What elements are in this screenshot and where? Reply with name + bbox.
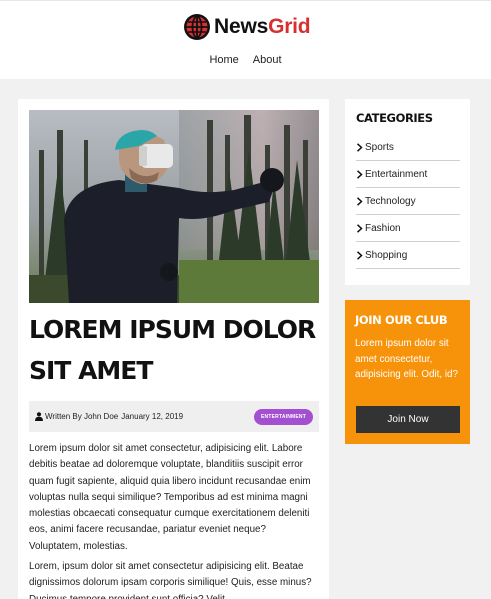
categories-widget: Categories Sports Entertainment Technolo… xyxy=(345,99,470,285)
category-label: Sports xyxy=(365,141,394,153)
article-paragraph: Lorem ipsum dolor sit amet consectetur, … xyxy=(29,443,311,552)
article-author: Written By John Doe xyxy=(45,412,119,421)
chevron-right-icon xyxy=(356,223,363,233)
article-paragraph: Lorem, ipsum dolor sit amet consectetur … xyxy=(29,561,312,599)
brand-name: NewsGrid xyxy=(214,15,311,39)
chevron-right-icon xyxy=(356,250,363,260)
category-label: Shopping xyxy=(365,249,408,261)
category-badge[interactable]: Entertainment xyxy=(253,408,313,425)
category-label: Technology xyxy=(365,195,416,207)
category-item-fashion[interactable]: Fashion xyxy=(356,215,460,242)
chevron-right-icon xyxy=(356,196,363,206)
article-meta-bar: Written By John Doe January 12, 2019 Ent… xyxy=(29,401,319,432)
main-nav: Home About xyxy=(0,54,491,66)
globe-icon xyxy=(184,14,210,40)
site-header: NewsGrid Home About xyxy=(0,0,491,79)
nav-about-link[interactable]: About xyxy=(253,54,282,66)
club-description: Lorem ipsum dolor sit amet consectetur, … xyxy=(355,338,458,380)
article-title: Lorem ipsum dolor sit amet xyxy=(29,315,316,385)
category-label: Fashion xyxy=(365,222,401,234)
category-item-technology[interactable]: Technology xyxy=(356,188,460,215)
article-hero-image xyxy=(29,110,319,303)
chevron-right-icon xyxy=(356,169,363,179)
article-body: Lorem ipsum dolor sit amet consectetur, … xyxy=(29,441,319,599)
club-title: Join Our Club xyxy=(355,313,448,327)
category-item-entertainment[interactable]: Entertainment xyxy=(356,161,460,188)
article-card: Lorem ipsum dolor sit amet Written By Jo… xyxy=(18,99,329,599)
brand-name-part2: Grid xyxy=(268,15,311,38)
user-icon xyxy=(35,412,43,421)
site-logo[interactable]: NewsGrid xyxy=(183,12,311,42)
category-item-sports[interactable]: Sports xyxy=(356,134,460,161)
brand-name-part1: News xyxy=(214,15,269,38)
join-club-widget: Join Our Club Lorem ipsum dolor sit amet… xyxy=(345,300,470,444)
nav-home-link[interactable]: Home xyxy=(209,54,238,66)
category-label: Entertainment xyxy=(365,168,428,180)
article-date: January 12, 2019 xyxy=(121,412,184,421)
join-now-button[interactable]: Join Now xyxy=(356,406,460,433)
chevron-right-icon xyxy=(356,142,363,152)
category-item-shopping[interactable]: Shopping xyxy=(356,242,460,269)
vr-headset-photo xyxy=(29,110,319,303)
categories-title: Categories xyxy=(356,111,433,125)
